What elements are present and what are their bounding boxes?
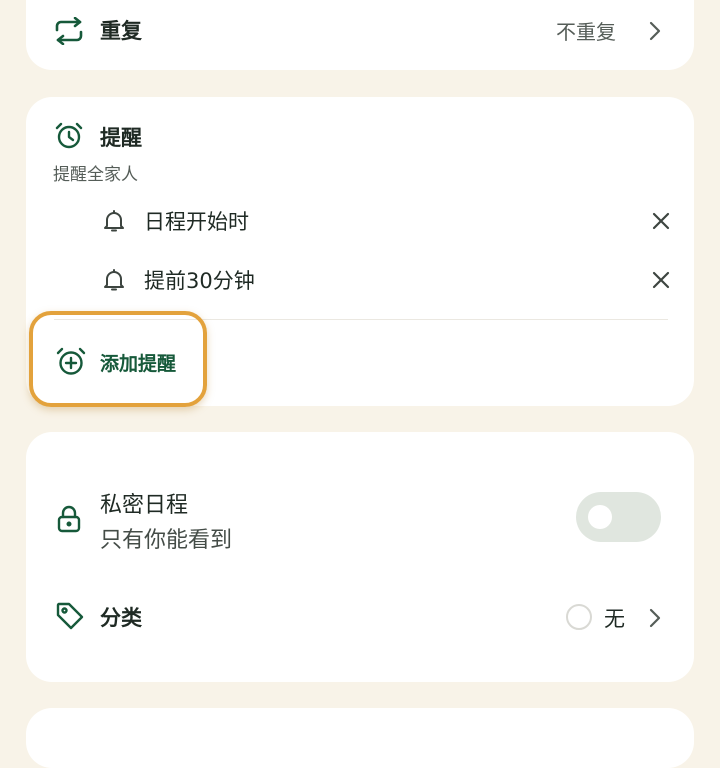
add-reminder-button[interactable]: 添加提醒: [29, 311, 207, 407]
reminder-item-label: 提前30分钟: [144, 269, 255, 293]
category-value[interactable]: 无: [604, 603, 625, 633]
repeat-card: 重复 不重复: [26, 0, 694, 70]
lock-icon: [57, 505, 81, 537]
privacy-card: 私密日程 只有你能看到 分类 无: [26, 432, 694, 682]
alarm-clock-icon: [54, 121, 84, 155]
reminder-card: 提醒 提醒全家人 日程开始时 提前30分钟 添加提醒: [26, 97, 694, 407]
close-icon[interactable]: [650, 210, 672, 236]
tag-icon: [54, 600, 86, 636]
next-card: [26, 708, 694, 768]
add-reminder-label: 添加提醒: [100, 353, 177, 375]
reminder-item-label: 日程开始时: [144, 210, 249, 234]
reminder-title: 提醒: [100, 126, 142, 150]
repeat-icon: [53, 17, 85, 45]
private-title: 私密日程: [100, 493, 189, 518]
chevron-right-icon[interactable]: [648, 20, 662, 46]
close-icon[interactable]: [650, 269, 672, 295]
private-subtitle: 只有你能看到: [100, 528, 233, 553]
bell-icon: [103, 268, 125, 296]
category-label: 分类: [100, 606, 142, 630]
repeat-value[interactable]: 不重复: [556, 16, 616, 45]
bell-icon: [103, 209, 125, 237]
add-alarm-icon: [55, 346, 87, 382]
private-toggle[interactable]: [576, 492, 661, 542]
chevron-right-icon[interactable]: [648, 607, 662, 633]
reminder-item[interactable]: 日程开始时: [26, 196, 694, 246]
repeat-label: 重复: [100, 19, 142, 43]
toggle-knob: [588, 505, 612, 529]
reminder-item[interactable]: 提前30分钟: [26, 255, 694, 305]
reminder-subtitle: 提醒全家人: [53, 165, 138, 185]
category-color-radio[interactable]: [566, 604, 592, 630]
